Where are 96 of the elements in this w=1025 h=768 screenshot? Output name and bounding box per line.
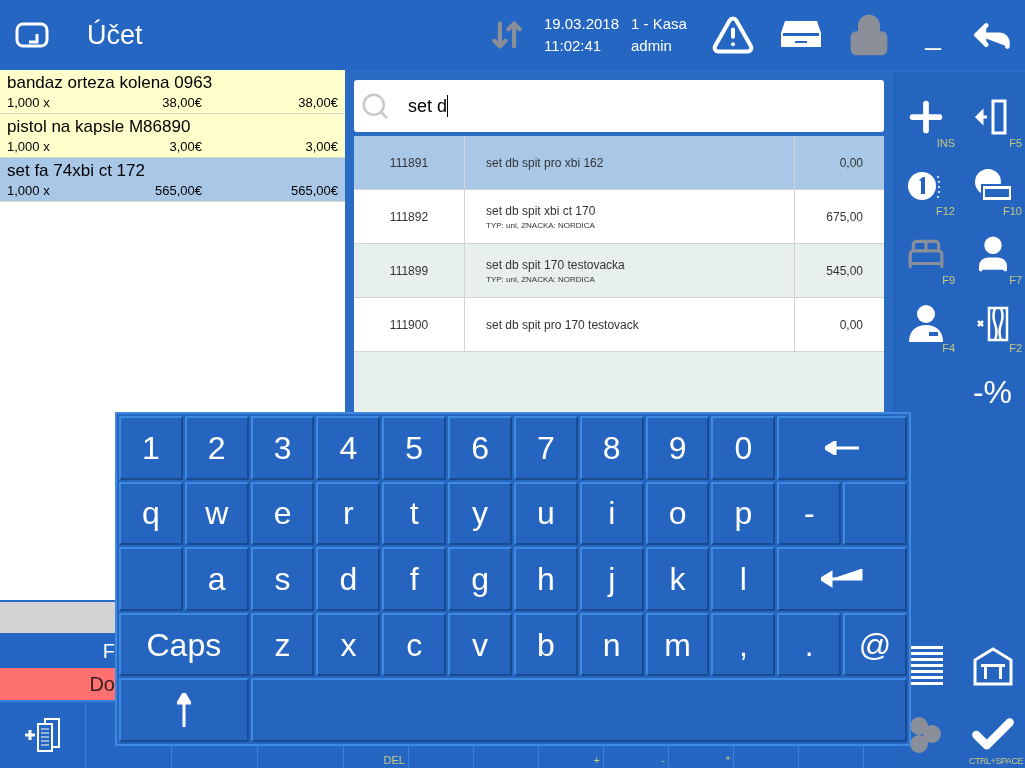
keyboard-key[interactable]: f bbox=[382, 547, 447, 611]
result-row[interactable]: 111900 set db spit pro 170 testovack 0,00 bbox=[354, 298, 884, 352]
result-row[interactable]: 111899 set db spit 170 testovacka TYP: uni, ZNACKA: NORDICA 545,00 bbox=[354, 244, 884, 298]
time-text: 11:02:41 bbox=[543, 36, 603, 56]
keyboard-key[interactable]: 6 bbox=[448, 416, 512, 480]
result-row[interactable]: 111891 set db spit pro xbi 162 0,00 bbox=[354, 136, 884, 190]
result-row[interactable]: 111892 set db spit xbi ct 170 TYP: uni, ZNACKA: NORDICA 675,00 bbox=[354, 190, 884, 244]
keyboard-key[interactable]: e bbox=[250, 481, 315, 546]
price-cell-text: 0,00 bbox=[838, 154, 864, 172]
item-name: set fa 74xbi ct 172 bbox=[7, 160, 146, 182]
item-name: pistol na kapsle M86890 bbox=[7, 116, 192, 138]
minimize-button[interactable]: _ bbox=[913, 10, 953, 60]
receipt-item[interactable]: set fa 74xbi ct 172 1,000 x 565,00€ 565,00€ bbox=[0, 158, 345, 202]
register-text: 1 - Kasa bbox=[631, 14, 688, 34]
keyboard-key[interactable]: z bbox=[250, 612, 315, 677]
keyboard-key[interactable]: t bbox=[382, 481, 447, 546]
code-cell: 111899 bbox=[354, 244, 465, 297]
product-name: set db spit xbi ct 170 bbox=[486, 202, 597, 220]
keyboard-key[interactable]: r bbox=[316, 481, 381, 546]
keyboard-key[interactable]: a bbox=[184, 547, 249, 611]
keyboard-key[interactable]: 9 bbox=[645, 416, 710, 480]
keyboard-key[interactable]: 0 bbox=[711, 416, 776, 480]
shift-icon bbox=[176, 693, 191, 728]
window-title: Účet bbox=[87, 18, 143, 52]
keyboard-key[interactable]: 8 bbox=[579, 416, 644, 480]
receipt-item[interactable]: bandaz orteza kolena 0963 1,000 x 38,00€ 38,00€ bbox=[0, 70, 345, 114]
keyboard-key[interactable]: Caps bbox=[119, 612, 249, 677]
item-total: 3,00€ bbox=[304, 138, 338, 156]
item-name: bandaz orteza kolena 0963 bbox=[7, 72, 214, 94]
list-icon bbox=[908, 646, 943, 687]
keyboard-key[interactable]: h bbox=[514, 547, 578, 611]
keyboard-key[interactable]: v bbox=[448, 612, 512, 677]
blank-key[interactable] bbox=[119, 547, 183, 611]
add-documents-icon bbox=[24, 718, 61, 752]
keyboard-key[interactable]: 4 bbox=[316, 416, 381, 480]
keyboard-key[interactable]: i bbox=[579, 481, 644, 546]
keyboard-key[interactable]: q bbox=[119, 481, 183, 546]
keyboard-key[interactable]: . bbox=[777, 612, 842, 677]
keyboard-key[interactable]: d bbox=[316, 547, 381, 611]
keyboard-key[interactable]: , bbox=[711, 612, 776, 677]
receipt-item[interactable]: pistol na kapsle M86890 1,000 x 3,00€ 3,00€ bbox=[0, 114, 345, 158]
product-detail: TYP: uni, ZNACKA: NORDICA bbox=[486, 219, 596, 232]
item-price: 3,00€ bbox=[168, 138, 202, 156]
price-cell-text: 545,00 bbox=[825, 262, 864, 280]
backspace-icon bbox=[825, 440, 860, 455]
code-cell: 111892 bbox=[354, 190, 465, 243]
item-total: 38,00€ bbox=[297, 94, 338, 112]
keyboard-key[interactable]: y bbox=[448, 481, 512, 546]
keyboard-key[interactable]: w bbox=[184, 481, 249, 546]
product-name: set db spit 170 testovacka bbox=[486, 256, 626, 274]
keyboard-key[interactable]: g bbox=[448, 547, 512, 611]
total-text: F bbox=[101, 638, 115, 664]
keyboard-key[interactable]: p bbox=[711, 481, 776, 546]
keyboard-key[interactable]: l bbox=[711, 547, 776, 611]
keyboard-key[interactable]: @ bbox=[843, 612, 907, 677]
item-quantity: 1,000 x bbox=[7, 138, 51, 156]
search-field[interactable]: set d bbox=[354, 80, 884, 132]
enter-key[interactable] bbox=[777, 547, 907, 611]
keyboard-key[interactable]: 5 bbox=[382, 416, 447, 480]
item-price: 565,00€ bbox=[154, 182, 202, 200]
keyboard-key[interactable]: x bbox=[316, 612, 381, 677]
item-price: 38,00€ bbox=[161, 94, 202, 112]
shift-key[interactable] bbox=[119, 678, 249, 742]
date-text: 19.03.2018 bbox=[543, 14, 619, 34]
keyboard-key[interactable]: b bbox=[514, 612, 578, 677]
code-cell: 111900 bbox=[354, 298, 465, 351]
product-name: set db spit pro 170 testovack bbox=[486, 316, 640, 334]
keyboard-key[interactable]: s bbox=[250, 547, 315, 611]
price-cell-text: 0,00 bbox=[838, 316, 864, 334]
backspace-key[interactable] bbox=[777, 416, 907, 480]
item-quantity: 1,000 x bbox=[7, 182, 51, 200]
keyboard-key[interactable]: u bbox=[514, 481, 578, 546]
user-text: admin bbox=[631, 36, 673, 56]
item-total: 565,00€ bbox=[290, 182, 338, 200]
item-quantity: 1,000 x bbox=[7, 94, 51, 112]
price-cell-text: 675,00 bbox=[825, 208, 864, 226]
table-icon bbox=[971, 646, 1014, 687]
product-name: set db spit pro xbi 162 bbox=[486, 154, 605, 172]
coins-icon bbox=[908, 715, 943, 754]
search-icon bbox=[360, 91, 390, 121]
keyboard-key[interactable]: k bbox=[645, 547, 710, 611]
product-detail: TYP: uni, ZNACKA: NORDICA bbox=[486, 273, 596, 286]
keyboard-key[interactable]: m bbox=[645, 612, 710, 677]
keyboard-key[interactable]: 2 bbox=[184, 416, 249, 480]
keyboard-key[interactable]: 7 bbox=[514, 416, 578, 480]
app-logo-icon[interactable] bbox=[15, 22, 49, 48]
keyboard-key[interactable]: n bbox=[579, 612, 644, 677]
code-cell: 111891 bbox=[354, 136, 465, 189]
keyboard-key[interactable]: - bbox=[777, 481, 842, 546]
enter-icon bbox=[821, 569, 864, 589]
amount-due-text: Do bbox=[88, 672, 115, 697]
keyboard-key[interactable]: o bbox=[645, 481, 710, 546]
keyboard-key[interactable]: 1 bbox=[119, 416, 183, 480]
keyboard-key[interactable]: c bbox=[382, 612, 447, 677]
keyboard-key[interactable]: 3 bbox=[250, 416, 315, 480]
keyboard-key[interactable]: j bbox=[579, 547, 644, 611]
